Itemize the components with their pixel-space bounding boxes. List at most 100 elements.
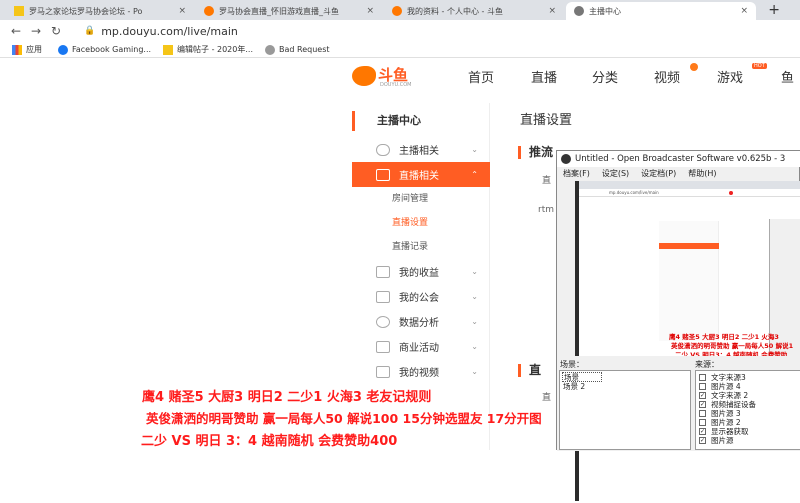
sidebar-item-live[interactable]: 直播相关 ⌃ bbox=[352, 162, 490, 187]
source-checkbox[interactable]: ✓ bbox=[699, 428, 706, 435]
scene-item[interactable]: 场景 2 bbox=[562, 382, 585, 392]
source-checkbox[interactable]: ✓ bbox=[699, 437, 706, 444]
bookmark-facebook-gaming[interactable]: Facebook Gaming... bbox=[58, 44, 152, 55]
fire-badge-icon bbox=[690, 63, 698, 71]
sidebar-item-earnings[interactable]: 我的收益 ⌄ bbox=[352, 259, 490, 284]
sidebar-sub-room-manage[interactable]: 房间管理 bbox=[352, 187, 490, 211]
overlay-caption-3: 二少 VS 明日 3：4 越南随机 会费赞助400 bbox=[141, 434, 398, 449]
sidebar-item-guild[interactable]: 我的公会 ⌄ bbox=[352, 284, 490, 309]
preview-tab-bar bbox=[579, 181, 800, 189]
address-bar: ← → ↻ 🔒 mp.douyu.com/live/main bbox=[0, 20, 800, 42]
sidebar-item-label: 主播相关 bbox=[399, 146, 439, 157]
sidebar-item-videos[interactable]: 我的视频 ⌄ bbox=[352, 359, 490, 384]
obs-menu-settings[interactable]: 设定(S) bbox=[602, 168, 629, 179]
obs-window-title: Untitled - Open Broadcaster Software v0.… bbox=[575, 154, 786, 164]
sidebar-sub-live-records[interactable]: 直播记录 bbox=[352, 235, 490, 259]
close-icon[interactable]: × bbox=[172, 6, 186, 16]
back-arrow-icon[interactable]: ← bbox=[6, 24, 26, 38]
obs-menu-file[interactable]: 档案(F) bbox=[563, 168, 590, 179]
guild-icon bbox=[376, 290, 390, 303]
sidebar-item-anchor[interactable]: 主播相关 ⌄ bbox=[352, 137, 490, 162]
forward-arrow-icon[interactable]: → bbox=[26, 24, 46, 38]
sidebar-item-business[interactable]: 商业活动 ⌄ bbox=[352, 334, 490, 359]
preview-active-item bbox=[659, 243, 719, 249]
tab-anchor-center[interactable]: 主播中心 × bbox=[566, 2, 756, 20]
tab-romaforum[interactable]: 罗马之家论坛罗马协会论坛 - Po × bbox=[6, 2, 194, 20]
nav-fish[interactable]: 鱼 bbox=[781, 67, 794, 86]
chevron-down-icon: ⌄ bbox=[471, 367, 478, 376]
douyu-favicon-icon bbox=[392, 6, 402, 16]
logo-subtext: DOUYU.COM bbox=[380, 82, 412, 88]
source-checkbox[interactable] bbox=[699, 374, 706, 381]
tab-label: 我的资料 - 个人中心 - 斗鱼 bbox=[407, 6, 503, 16]
scenes-list[interactable]: 场景 场景 2 bbox=[559, 370, 691, 450]
sidebar-item-label: 商业活动 bbox=[399, 343, 439, 354]
obs-lower-panel: 场景： 场景 场景 2 来源： 文字来源3 图片源 4 ✓ 文字来源 2 ✓ 视… bbox=[557, 356, 800, 451]
rtmp-label: rtm bbox=[538, 205, 554, 215]
obs-menu-bar: 档案(F) 设定(S) 设定档(P) 帮助(H) bbox=[557, 167, 800, 180]
source-checkbox[interactable] bbox=[699, 383, 706, 390]
preview-screen-capture: mp.douyu.com/live/main 鹰4 赌圣5 大厨3 明日2 二少… bbox=[579, 181, 800, 503]
source-checkbox[interactable]: ✓ bbox=[699, 392, 706, 399]
scenes-label: 场景： bbox=[560, 360, 584, 369]
obs-title-bar[interactable]: Untitled - Open Broadcaster Software v0.… bbox=[557, 151, 800, 167]
douyu-logo[interactable]: 斗鱼 DOUYU.COM bbox=[352, 64, 412, 90]
sources-list[interactable]: 文字来源3 图片源 4 ✓ 文字来源 2 ✓ 视频捕捉设备 图片源 3 图片源 … bbox=[695, 370, 800, 450]
source-checkbox[interactable] bbox=[699, 419, 706, 426]
video-icon bbox=[376, 365, 390, 378]
bookmark-label: 应用 bbox=[26, 45, 42, 54]
tab-my-profile[interactable]: 我的资料 - 个人中心 - 斗鱼 × bbox=[384, 2, 564, 20]
obs-menu-profile[interactable]: 设定档(P) bbox=[641, 168, 676, 179]
forum-favicon-icon bbox=[163, 44, 174, 55]
source-item[interactable]: ✓ 图片源 bbox=[699, 436, 734, 445]
obs-logo-icon bbox=[561, 154, 571, 164]
stream-field-label: 直 bbox=[542, 176, 552, 186]
bookmark-label: Facebook Gaming... bbox=[72, 45, 152, 54]
nav-live[interactable]: 直播 bbox=[531, 67, 557, 86]
bookmark-apps[interactable]: 应用 bbox=[12, 44, 42, 55]
bookmarks-bar: 应用 Facebook Gaming... 编辑帖子 - 2020年... Ba… bbox=[0, 42, 800, 58]
sidebar-item-label: 数据分析 bbox=[399, 318, 439, 329]
second-field-label: 直 bbox=[542, 393, 552, 403]
url-field[interactable]: mp.douyu.com/live/main bbox=[101, 25, 238, 38]
fish-mascot-icon bbox=[352, 66, 376, 86]
lock-icon[interactable]: 🔒 bbox=[84, 26, 95, 36]
tab-label: 主播中心 bbox=[589, 6, 621, 16]
chevron-down-icon: ⌄ bbox=[471, 317, 478, 326]
scene-item[interactable]: 场景 bbox=[562, 372, 602, 382]
chevron-down-icon: ⌄ bbox=[471, 267, 478, 276]
chevron-up-icon: ⌃ bbox=[471, 170, 478, 179]
douyu-favicon-icon bbox=[204, 6, 214, 16]
reload-icon[interactable]: ↻ bbox=[46, 24, 66, 38]
nav-category[interactable]: 分类 bbox=[592, 67, 618, 86]
source-label: 图片源 bbox=[711, 436, 734, 445]
sidebar-title: 主播中心 bbox=[352, 111, 490, 131]
obs-menu-help[interactable]: 帮助(H) bbox=[688, 168, 716, 179]
facebook-icon bbox=[58, 44, 68, 55]
new-tab-button[interactable]: + bbox=[768, 2, 780, 18]
close-icon[interactable]: × bbox=[734, 6, 748, 16]
section-second-heading: 直 bbox=[518, 364, 541, 377]
obs-window[interactable]: Untitled - Open Broadcaster Software v0.… bbox=[556, 150, 800, 503]
nav-games[interactable]: 游戏 bbox=[717, 67, 743, 86]
obs-preview: mp.douyu.com/live/main 鹰4 赌圣5 大厨3 明日2 二少… bbox=[575, 181, 800, 503]
close-icon[interactable]: × bbox=[360, 6, 374, 16]
globe-icon bbox=[574, 6, 584, 16]
bookmark-edit-post[interactable]: 编辑帖子 - 2020年... bbox=[163, 44, 253, 55]
sidebar-sub-live-settings[interactable]: 直播设置 bbox=[352, 211, 490, 235]
tab-douyu-live[interactable]: 罗马协会直播_怀旧游戏直播_斗鱼 × bbox=[196, 2, 382, 20]
source-checkbox[interactable]: ✓ bbox=[699, 401, 706, 408]
nav-home[interactable]: 首页 bbox=[468, 67, 494, 86]
nav-video[interactable]: 视频 bbox=[654, 67, 680, 86]
section-stream-heading: 推流 bbox=[518, 146, 553, 159]
sidebar-item-analytics[interactable]: 数据分析 ⌄ bbox=[352, 309, 490, 334]
close-icon[interactable]: × bbox=[542, 6, 556, 16]
sidebar-item-label: 我的收益 bbox=[399, 268, 439, 279]
microphone-icon bbox=[376, 143, 390, 156]
bookmark-bad-request[interactable]: Bad Request bbox=[265, 44, 330, 55]
wallet-icon bbox=[376, 265, 390, 278]
chevron-down-icon: ⌄ bbox=[471, 342, 478, 351]
source-checkbox[interactable] bbox=[699, 410, 706, 417]
chevron-down-icon: ⌄ bbox=[471, 292, 478, 301]
overlay-caption-2: 英俊潇洒的明哥赞助 赢一局每人50 解说100 15分钟选盟友 17分开图 bbox=[146, 411, 542, 426]
